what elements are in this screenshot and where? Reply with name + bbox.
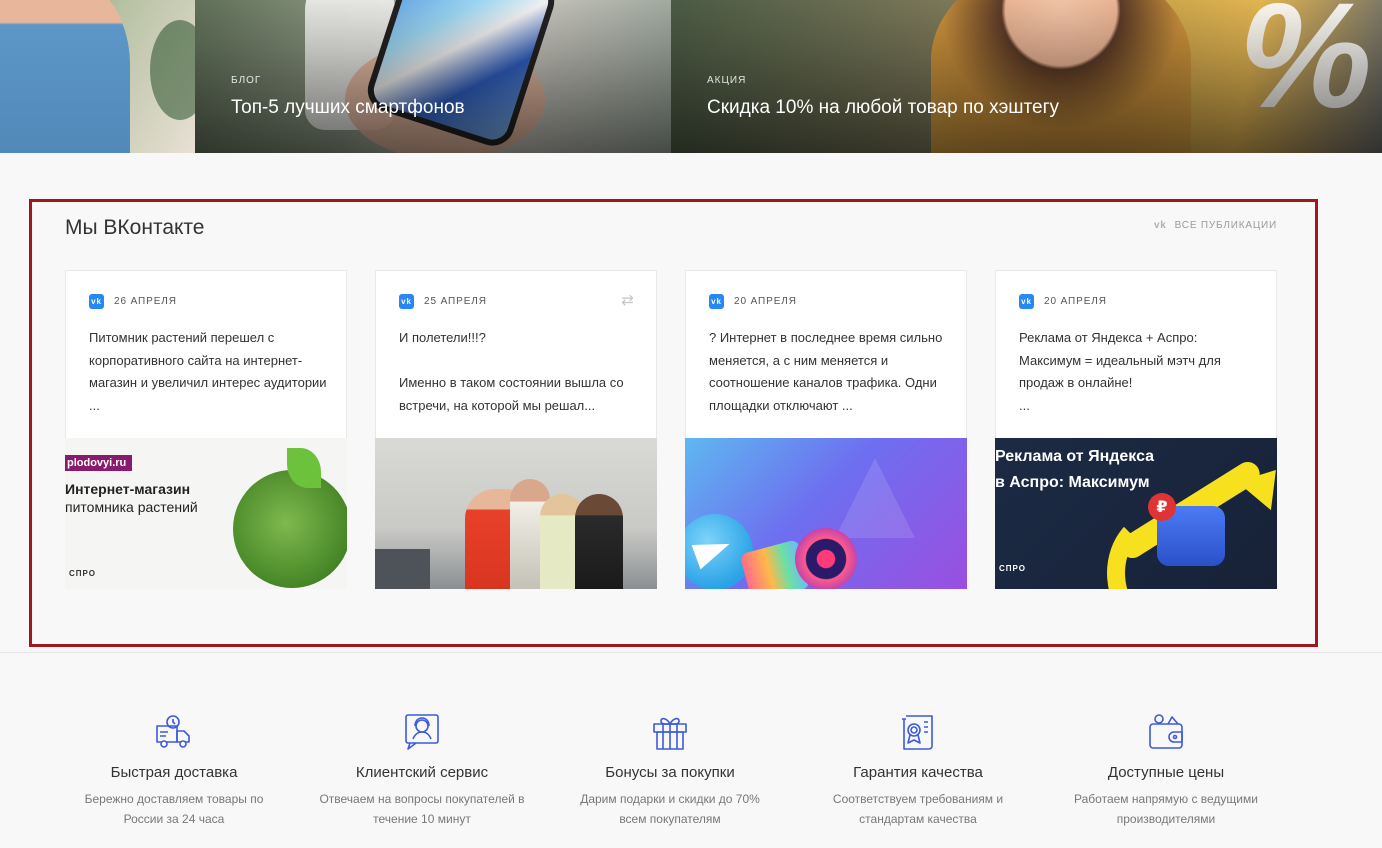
- repost-icon: ⇄: [621, 292, 634, 309]
- vk-post-card[interactable]: vk 20 АПРЕЛЯ ? Интернет в последнее врем…: [685, 270, 967, 589]
- vk-posts-list: vk 26 АПРЕЛЯ Питомник растений перешел с…: [65, 270, 1277, 589]
- support-agent-icon: [302, 712, 542, 752]
- post-image-subheading: питомника растений: [65, 499, 198, 515]
- post-date: vk 20 АПРЕЛЯ: [709, 294, 797, 309]
- banner-title[interactable]: Скидка 10% на любой товар по хэштегу: [707, 97, 1059, 119]
- post-image-chip: plodovyi.ru: [65, 455, 133, 471]
- feature-description: Бережно доставляем товары по России за 2…: [84, 792, 264, 826]
- vk-post-card[interactable]: vk 25 АПРЕЛЯ ⇄ И полетели!!!? Именно в т…: [375, 270, 657, 589]
- feature-item: Клиентский сервис Отвечаем на вопросы по…: [302, 712, 542, 829]
- wallet-icon: [1046, 712, 1286, 752]
- post-image: Реклама от Яндекса в Аспро: Максимум ₽ С…: [995, 438, 1277, 589]
- banner-title[interactable]: Топ-5 лучших смартфонов: [231, 97, 465, 119]
- features-list: Быстрая доставка Бережно доставляем това…: [54, 712, 1294, 829]
- feature-item: Гарантия качества Соответствуем требован…: [798, 712, 1038, 829]
- post-date: vk 26 АПРЕЛЯ: [89, 294, 177, 309]
- telegram-icon: [685, 514, 753, 589]
- feature-title: Быстрая доставка: [110, 764, 238, 781]
- banner-tag: БЛОГ: [231, 75, 262, 86]
- certificate-icon: [798, 712, 1038, 752]
- feature-item: Доступные цены Работаем напрямую с ведущ…: [1046, 712, 1286, 829]
- banner-person-image: [0, 0, 130, 153]
- feature-item: Быстрая доставка Бережно доставляем това…: [54, 712, 294, 829]
- all-publications-label: ВСЕ ПУБЛИКАЦИИ: [1174, 220, 1277, 231]
- post-date-text: 20 АПРЕЛЯ: [734, 296, 797, 307]
- post-image: [685, 438, 967, 589]
- post-image-heading: Интернет-магазин: [65, 481, 191, 497]
- post-text: Питомник растений перешел с корпоративно…: [89, 330, 327, 413]
- feature-title: Гарантия качества: [853, 764, 983, 781]
- all-publications-link[interactable]: vk ВСЕ ПУБЛИКАЦИИ: [1154, 220, 1277, 231]
- post-image-logo: СПРО: [69, 569, 96, 578]
- post-date-text: 20 АПРЕЛЯ: [1044, 296, 1107, 307]
- vk-icon: vk: [1019, 294, 1034, 309]
- banner-tag: АКЦИЯ: [707, 75, 747, 86]
- feature-title: Доступные цены: [1107, 764, 1225, 781]
- delivery-truck-icon: [54, 712, 294, 752]
- post-image: [375, 438, 657, 589]
- post-image-logo: СПРО: [999, 564, 1026, 573]
- post-image-heading: Реклама от Яндекса в Аспро: Максимум: [995, 448, 1155, 491]
- feature-item: Бонусы за покупки Дарим подарки и скидки…: [550, 712, 790, 829]
- post-image: plodovyi.ru Интернет-магазин питомника р…: [65, 438, 347, 589]
- feature-description: Соответствуем требованиям и стандартам к…: [832, 792, 1004, 826]
- gift-icon: [550, 712, 790, 752]
- post-date-text: 25 АПРЕЛЯ: [424, 296, 487, 307]
- section-title: Мы ВКонтакте: [65, 216, 205, 239]
- post-text: ? Интернет в последнее время сильно меня…: [709, 330, 943, 413]
- banner-promo-discount[interactable]: % АКЦИЯ Скидка 10% на любой товар по хэш…: [671, 0, 1382, 153]
- banner-plant-image: [150, 20, 195, 120]
- feature-title: Бонусы за покупки: [605, 764, 735, 781]
- feature-description: Работаем напрямую с ведущими производите…: [1074, 792, 1258, 826]
- post-date: vk 25 АПРЕЛЯ: [399, 294, 487, 309]
- post-date-text: 26 АПРЕЛЯ: [114, 296, 177, 307]
- banner-blog-smartphones[interactable]: БЛОГ Топ-5 лучших смартфонов: [195, 0, 671, 153]
- section-divider: [0, 652, 1382, 653]
- banner-brand[interactable]: [0, 0, 195, 153]
- plant-circle-image: [233, 470, 347, 588]
- vk-icon: vk: [399, 294, 414, 309]
- feature-description: Отвечаем на вопросы покупателей в течени…: [319, 792, 525, 826]
- post-text: Реклама от Яндекса + Аспро: Максимум = и…: [1019, 330, 1221, 413]
- vk-post-card[interactable]: vk 20 АПРЕЛЯ Реклама от Яндекса + Аспро:…: [995, 270, 1277, 589]
- vk-section: Мы ВКонтакте vk ВСЕ ПУБЛИКАЦИИ vk 26 АПР…: [29, 199, 1318, 647]
- vk-icon: vk: [709, 294, 724, 309]
- vk-icon: vk: [89, 294, 104, 309]
- ruble-icon: ₽: [1148, 493, 1176, 521]
- vk-post-card[interactable]: vk 26 АПРЕЛЯ Питомник растений перешел с…: [65, 270, 347, 589]
- promo-banners: БЛОГ Топ-5 лучших смартфонов % АКЦИЯ Ски…: [0, 0, 1382, 153]
- vk-icon: vk: [1153, 220, 1167, 231]
- post-text: И полетели!!!? Именно в таком состоянии …: [399, 330, 624, 413]
- post-date: vk 20 АПРЕЛЯ: [1019, 294, 1107, 309]
- feature-title: Клиентский сервис: [355, 764, 489, 781]
- target-icon: [795, 528, 857, 589]
- feature-description: Дарим подарки и скидки до 70% всем покуп…: [580, 792, 760, 826]
